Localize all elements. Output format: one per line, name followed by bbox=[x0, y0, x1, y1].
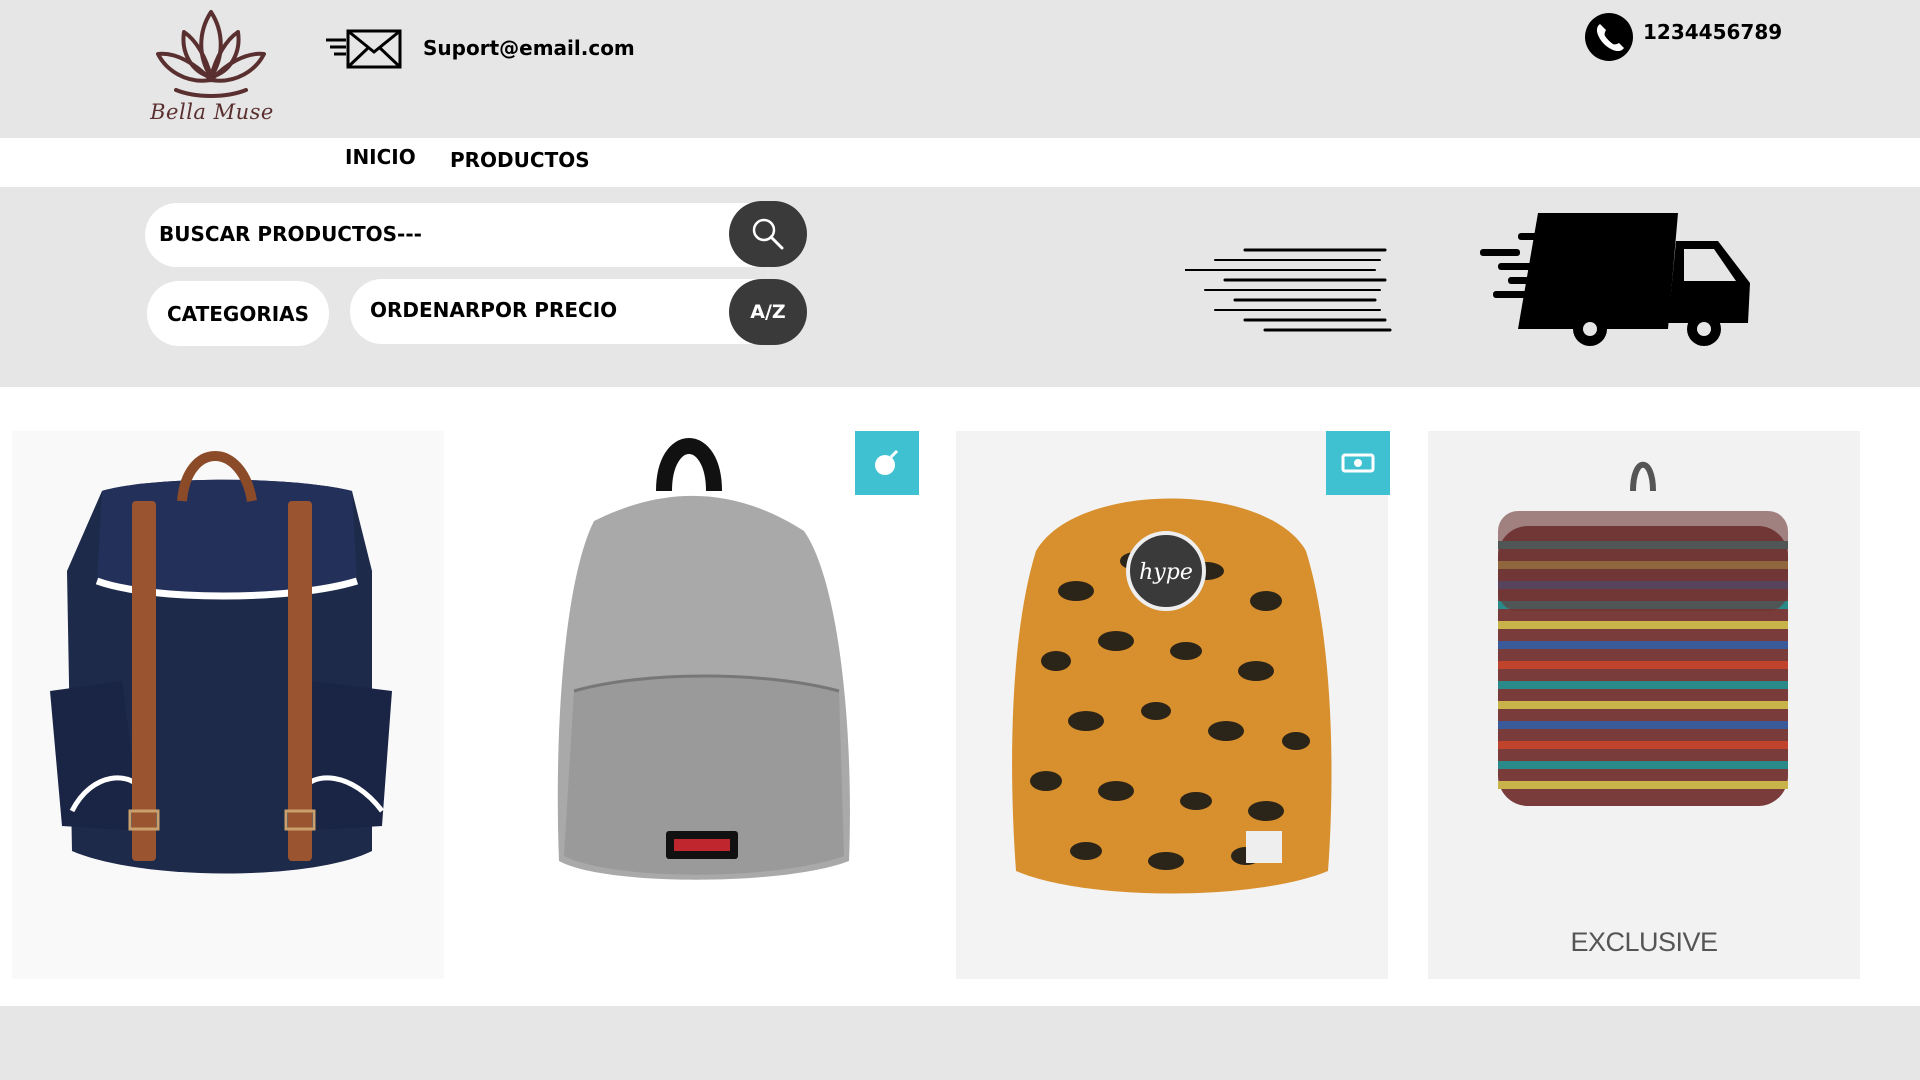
product-card[interactable] bbox=[484, 431, 916, 979]
search-placeholder: BUSCAR PRODUCTOS--- bbox=[159, 222, 422, 246]
search-icon bbox=[752, 218, 784, 250]
delivery-truck-icon bbox=[1480, 213, 1750, 346]
phone-number[interactable]: 1234456789 bbox=[1643, 20, 1782, 44]
product-card[interactable] bbox=[1428, 431, 1860, 979]
speed-lines-icon bbox=[1185, 248, 1392, 332]
bomb-icon bbox=[875, 449, 899, 475]
mail-icon bbox=[326, 29, 402, 69]
badge-cash[interactable] bbox=[1326, 431, 1390, 495]
search-input[interactable]: BUSCAR PRODUCTOS--- bbox=[145, 203, 805, 267]
header: Bella Muse Suport@email.com 1234456789 bbox=[0, 0, 1920, 138]
filter-bar: BUSCAR PRODUCTOS--- CATEGORIAS ORDENARPO… bbox=[0, 187, 1920, 387]
main-nav: INICIO PRODUCTOS bbox=[0, 138, 1920, 187]
grey-backpack-image bbox=[557, 438, 850, 880]
exclusive-label: EXCLUSIVE bbox=[1570, 927, 1718, 957]
support-email[interactable]: Suport@email.com bbox=[423, 36, 635, 60]
product-card[interactable] bbox=[12, 431, 444, 979]
striped-backpack-image bbox=[1498, 461, 1788, 806]
order-label: ORDENARPOR PRECIO bbox=[370, 298, 618, 322]
nav-item-inicio[interactable]: INICIO bbox=[345, 145, 416, 169]
svg-text:hype: hype bbox=[1139, 560, 1193, 585]
sort-az-button[interactable]: A/Z bbox=[729, 279, 807, 345]
badge-bomb[interactable] bbox=[855, 431, 919, 495]
search-button[interactable] bbox=[729, 201, 807, 267]
footer bbox=[0, 1006, 1920, 1080]
leopard-backpack-image: hype bbox=[1012, 498, 1332, 894]
brand-name: Bella Muse bbox=[150, 100, 274, 124]
navy-backpack-image bbox=[50, 451, 392, 874]
nav-item-productos[interactable]: PRODUCTOS bbox=[450, 148, 590, 172]
phone-icon bbox=[1585, 13, 1633, 61]
cash-icon bbox=[1341, 453, 1375, 473]
categories-label: CATEGORIAS bbox=[167, 302, 310, 326]
categories-button[interactable]: CATEGORIAS bbox=[147, 281, 329, 346]
product-card[interactable]: hype bbox=[956, 431, 1388, 979]
product-grid: hype EXCLUSIVE bbox=[0, 387, 1920, 1006]
